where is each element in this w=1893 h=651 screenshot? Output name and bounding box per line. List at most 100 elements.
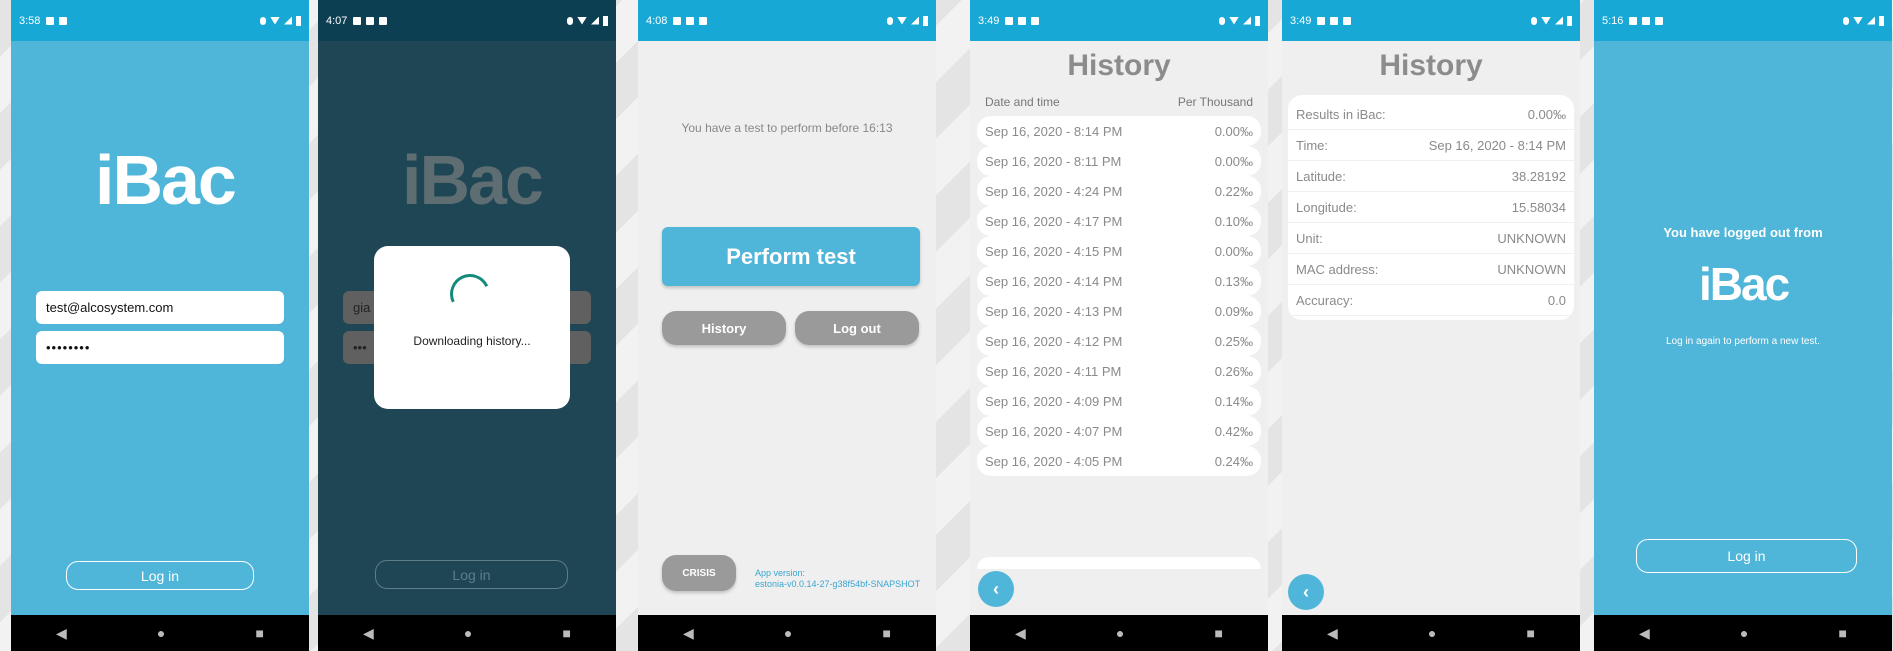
nav-bar: ◀ ● ■ — [318, 615, 616, 651]
list-item[interactable]: Sep 16, 2020 - 4:24 PM 0.22‰ — [977, 176, 1261, 206]
back-nav-icon[interactable]: ◀ — [683, 625, 694, 642]
wifi-icon — [270, 16, 280, 25]
history-date: Sep 16, 2020 - 4:05 PM — [985, 453, 1123, 469]
list-item[interactable]: Sep 16, 2020 - 4:17 PM 0.10‰ — [977, 206, 1261, 236]
nav-bar: ◀ ● ■ — [970, 615, 1268, 651]
logout-button[interactable]: Log out — [795, 311, 919, 345]
signal-icon — [1555, 16, 1563, 25]
recent-nav-icon[interactable]: ■ — [1526, 625, 1534, 641]
home-nav-icon[interactable]: ● — [1116, 625, 1124, 641]
detail-row: Latitude: 38.28192 — [1288, 161, 1574, 192]
recent-nav-icon[interactable]: ■ — [255, 625, 263, 641]
list-item[interactable]: Sep 16, 2020 - 4:14 PM 0.13‰ — [977, 266, 1261, 296]
wifi-icon — [1541, 16, 1551, 25]
history-value: 0.14‰ — [1214, 393, 1253, 409]
password-field[interactable]: •••••••• — [36, 331, 284, 364]
home-nav-icon[interactable]: ● — [157, 625, 165, 641]
email-field[interactable]: test@alcosystem.com — [36, 291, 284, 324]
detail-row: Time: Sep 16, 2020 - 8:14 PM — [1288, 130, 1574, 161]
recent-nav-icon[interactable]: ■ — [1838, 625, 1846, 641]
list-item[interactable]: Sep 16, 2020 - 8:11 PM 0.00‰ — [977, 146, 1261, 176]
history-value: 0.10‰ — [1214, 213, 1253, 229]
version-value: estonia-v0.0.14-27-g38f54bf-SNAPSHOT — [755, 579, 921, 589]
perform-test-button[interactable]: Perform test — [662, 227, 920, 286]
wifi-icon — [577, 16, 587, 25]
detail-label: Accuracy: — [1296, 292, 1354, 308]
list-item[interactable]: Sep 16, 2020 - 4:05 PM 0.24‰ — [977, 446, 1261, 476]
notification-icon — [353, 16, 362, 25]
home-nav-icon[interactable]: ● — [1428, 625, 1436, 641]
list-item[interactable]: Sep 16, 2020 - 4:13 PM 0.09‰ — [977, 296, 1261, 326]
back-nav-icon[interactable]: ◀ — [1639, 625, 1650, 642]
home-nav-icon[interactable]: ● — [464, 625, 472, 641]
page-title: History — [1379, 49, 1483, 82]
status-time: 3:58 — [19, 14, 41, 27]
login-button[interactable]: Log in — [66, 561, 254, 590]
battery-icon — [603, 15, 608, 26]
history-value: 0.22‰ — [1214, 183, 1253, 199]
home-nav-icon[interactable]: ● — [1740, 625, 1748, 641]
test-notice: You have a test to perform before 16:13 — [681, 121, 893, 135]
screen-loading: 4:07 iBac gia ••• Log in Downloading his… — [318, 0, 616, 651]
back-nav-icon[interactable]: ◀ — [363, 625, 374, 642]
detail-label: Time: — [1296, 137, 1329, 153]
status-bar: 5:16 — [1594, 0, 1892, 41]
list-item[interactable]: Sep 16, 2020 - 8:14 PM 0.00‰ — [977, 116, 1261, 146]
detail-row: MAC address: UNKNOWN — [1288, 254, 1574, 285]
screen-login: 3:58 iBac test@alcosystem.com •••••••• L… — [11, 0, 309, 651]
login-button[interactable]: Log in — [375, 560, 568, 589]
list-item[interactable]: Sep 16, 2020 - 4:09 PM 0.14‰ — [977, 386, 1261, 416]
nav-bar: ◀ ● ■ — [638, 615, 936, 651]
status-icons — [1531, 15, 1572, 26]
status-bar: 4:07 — [318, 0, 616, 41]
status-time: 4:07 — [326, 14, 348, 27]
screen-home: 4:08 You have a test to perform before 1… — [638, 0, 936, 651]
notification-icon — [1655, 16, 1664, 25]
notification-icon — [366, 16, 375, 25]
version-label: App version: — [755, 568, 806, 578]
back-button[interactable]: ‹ — [978, 571, 1014, 607]
detail-row: Longitude: 15.58034 — [1288, 192, 1574, 223]
screen-history-detail: 3:49 History Results in iBac: 0.00‰ Time: S… — [1282, 0, 1580, 651]
list-item[interactable]: Sep 16, 2020 - 4:12 PM 0.25‰ — [977, 326, 1261, 356]
notification-icon — [1031, 16, 1040, 25]
history-date: Sep 16, 2020 - 4:07 PM — [985, 423, 1123, 439]
notification-icon — [1005, 16, 1014, 25]
history-date: Sep 16, 2020 - 4:13 PM — [985, 303, 1123, 319]
history-value: 0.42‰ — [1214, 423, 1253, 439]
recent-nav-icon[interactable]: ■ — [1214, 625, 1222, 641]
notification-icon — [1330, 16, 1339, 25]
history-value: 0.00‰ — [1214, 153, 1253, 169]
list-item[interactable]: Sep 16, 2020 - 4:07 PM 0.42‰ — [977, 416, 1261, 446]
history-date: Sep 16, 2020 - 4:12 PM — [985, 333, 1123, 349]
chevron-left-icon: ‹ — [993, 578, 999, 599]
crisis-button[interactable]: CRISIS — [662, 555, 736, 591]
list-item[interactable]: Sep 16, 2020 - 4:11 PM 0.26‰ — [977, 356, 1261, 386]
signal-icon — [1867, 16, 1875, 25]
notification-icon — [1317, 16, 1326, 25]
column-header-value: Per Thousand — [1177, 95, 1253, 109]
notification-icon — [1642, 16, 1651, 25]
history-button[interactable]: History — [662, 311, 786, 345]
ibac-logo: iBac — [1699, 258, 1790, 310]
detail-value: 15.58034 — [1511, 199, 1566, 215]
nav-bar: ◀ ● ■ — [11, 615, 309, 651]
detail-label: Results in iBac: — [1296, 106, 1386, 122]
history-value: 0.24‰ — [1214, 453, 1253, 469]
home-nav-icon[interactable]: ● — [784, 625, 792, 641]
notification-icon — [379, 16, 388, 25]
back-nav-icon[interactable]: ◀ — [1015, 625, 1026, 642]
loading-content: iBac gia ••• Log in Downloading history.… — [318, 41, 616, 615]
recent-nav-icon[interactable]: ■ — [562, 625, 570, 641]
back-nav-icon[interactable]: ◀ — [56, 625, 67, 642]
detail-row: Accuracy: 0.0 — [1288, 285, 1574, 316]
logout-message: You have logged out from — [1663, 225, 1823, 240]
back-nav-icon[interactable]: ◀ — [1327, 625, 1338, 642]
list-item[interactable]: Sep 16, 2020 - 4:15 PM 0.00‰ — [977, 236, 1261, 266]
back-button[interactable]: ‹ — [1288, 574, 1324, 610]
login-button[interactable]: Log in — [1636, 539, 1857, 573]
history-date: Sep 16, 2020 - 4:09 PM — [985, 393, 1123, 409]
recent-nav-icon[interactable]: ■ — [882, 625, 890, 641]
chevron-left-icon: ‹ — [1303, 581, 1309, 602]
history-value: 0.25‰ — [1214, 333, 1253, 349]
